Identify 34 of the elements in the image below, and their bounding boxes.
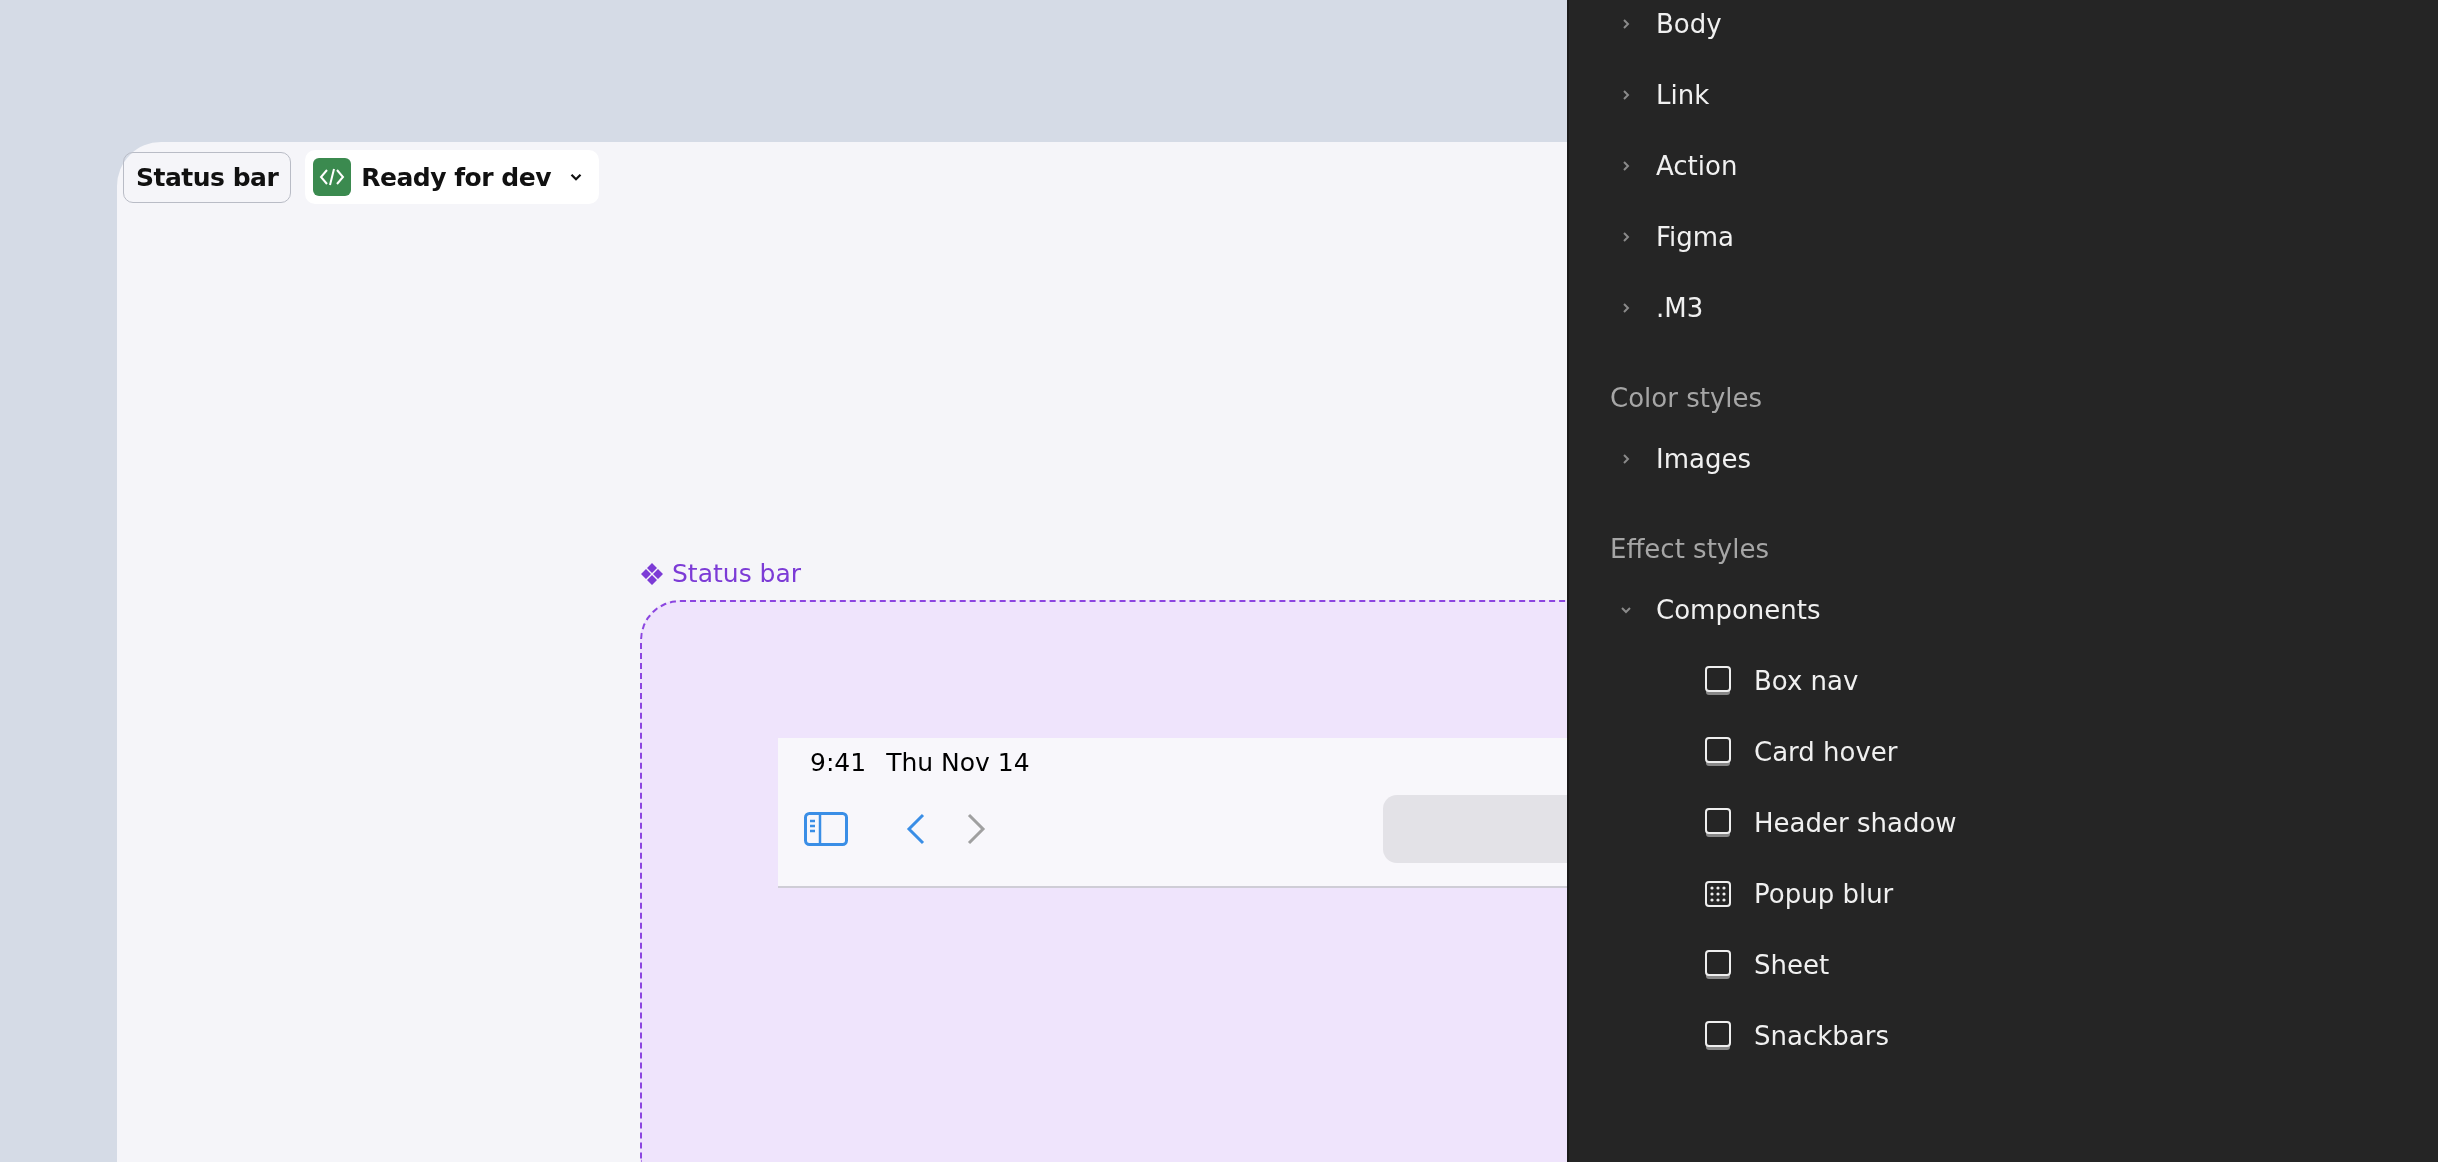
effect-style-item[interactable]: Card hover — [1704, 735, 1898, 768]
search-field[interactable] — [1383, 795, 1567, 863]
style-group[interactable]: Link — [1610, 79, 1710, 110]
time-text: 9:41 — [810, 748, 867, 777]
style-group[interactable]: Figma — [1610, 221, 1735, 252]
chevron-right-icon — [966, 812, 988, 846]
dotted-square-icon — [1704, 879, 1732, 908]
shadow-square-icon — [1704, 806, 1732, 839]
style-group[interactable]: Action — [1610, 150, 1738, 181]
shadow-square-icon — [1704, 1019, 1732, 1052]
back-button[interactable] — [904, 812, 926, 846]
dev-status-dropdown[interactable]: Ready for dev — [305, 150, 599, 204]
sidebar-toggle-button[interactable] — [804, 812, 848, 846]
component-label: Status bar — [672, 559, 802, 588]
effect-style-item[interactable]: Box nav — [1704, 664, 1859, 697]
sidebar-icon — [804, 812, 848, 846]
style-group[interactable]: Images — [1610, 443, 1751, 474]
effect-style-item[interactable]: Snackbars — [1704, 1019, 1889, 1052]
shadow-square-icon — [1704, 948, 1732, 981]
section-title: Effect styles — [1610, 533, 1770, 566]
frame-name-tag: Status bar — [123, 151, 292, 203]
effect-style-item[interactable]: Header shadow — [1704, 806, 1957, 839]
shadow-square-icon — [1704, 735, 1732, 768]
code-icon — [313, 158, 352, 196]
effect-style-item[interactable]: Sheet — [1704, 948, 1830, 981]
style-group[interactable]: Components — [1610, 594, 1821, 625]
date-text: Thu Nov 14 — [886, 748, 1030, 777]
component-icon — [640, 561, 664, 586]
effect-style-item[interactable]: Popup blur — [1704, 878, 1894, 909]
style-group[interactable]: .M3 — [1610, 292, 1704, 323]
shadow-square-icon — [1704, 664, 1732, 697]
chevron-left-icon — [904, 812, 926, 846]
style-group[interactable]: Body — [1610, 8, 1722, 39]
section-title: Color styles — [1610, 382, 1764, 415]
